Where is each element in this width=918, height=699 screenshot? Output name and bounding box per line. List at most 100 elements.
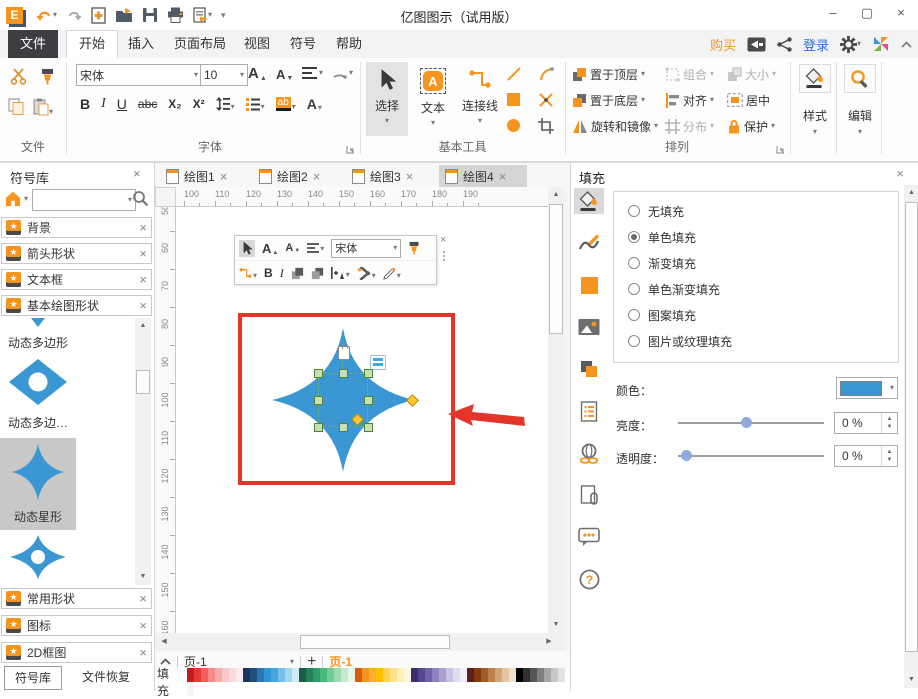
tab-close-icon[interactable]: × bbox=[313, 170, 321, 183]
selection-handle-s[interactable] bbox=[339, 423, 348, 432]
palette-swatch[interactable] bbox=[376, 668, 383, 682]
palette-swatch[interactable] bbox=[243, 668, 250, 682]
page-select-arrow-icon[interactable]: ▾ bbox=[290, 658, 294, 666]
minimize-button[interactable]: – bbox=[816, 0, 850, 26]
mini-distribute-button[interactable]: ▾ bbox=[331, 267, 350, 279]
library-home-button[interactable]: ▾ bbox=[4, 190, 28, 207]
mini-toolbar-more-icon[interactable] bbox=[443, 251, 445, 261]
palette-swatch[interactable] bbox=[236, 668, 243, 682]
palette-swatch[interactable] bbox=[502, 668, 509, 682]
superscript-button[interactable]: X² bbox=[193, 97, 205, 111]
library-section-basic-shapes[interactable]: ★ 基本绘图形状× bbox=[1, 295, 152, 316]
paste-button[interactable]: ▾ bbox=[33, 98, 53, 116]
fill-option-radio[interactable] bbox=[628, 335, 640, 347]
mini-font-select[interactable]: 宋体▾ bbox=[331, 239, 401, 258]
font-color-button[interactable]: A▾ bbox=[307, 96, 322, 112]
library-section-arrow-shapes[interactable]: ★ 箭头形状× bbox=[1, 243, 152, 264]
palette-swatch[interactable] bbox=[222, 668, 229, 682]
palette-swatch[interactable] bbox=[460, 668, 467, 682]
cut-button[interactable] bbox=[10, 68, 28, 85]
palette-swatch[interactable] bbox=[530, 668, 537, 682]
tool-layers-button[interactable] bbox=[574, 356, 604, 382]
palette-swatch[interactable] bbox=[418, 668, 425, 682]
spinner-arrows-icon[interactable]: ▲▼ bbox=[881, 413, 897, 433]
section-close-icon[interactable]: × bbox=[139, 221, 147, 234]
palette-swatch[interactable] bbox=[390, 668, 397, 682]
selection-handle-sw[interactable] bbox=[314, 423, 323, 432]
panel-tab-file-recovery[interactable]: 文件恢复 bbox=[72, 666, 140, 688]
palette-swatch[interactable] bbox=[201, 668, 208, 682]
scroll-thumb[interactable] bbox=[136, 370, 150, 394]
size-button[interactable]: 大小▾ bbox=[727, 65, 776, 83]
menu-tab-home[interactable]: 开始 bbox=[66, 30, 118, 59]
align-text-button[interactable]: ▾ bbox=[302, 67, 323, 79]
mini-pen-button[interactable]: ▾ bbox=[383, 267, 401, 280]
fill-color-dropdown[interactable]: ▾ bbox=[836, 377, 898, 399]
style-button[interactable]: 样式 ▾ bbox=[795, 64, 835, 136]
drawing-canvas[interactable]: A▲ A▼ ▾ 宋体▾ ▾ B I ▾ ▾ ▾ × bbox=[176, 207, 548, 633]
bold-button[interactable]: B bbox=[80, 96, 90, 112]
section-close-icon[interactable]: × bbox=[139, 619, 147, 632]
mini-tools-button[interactable]: ▾ bbox=[357, 267, 376, 280]
palette-swatch[interactable] bbox=[446, 668, 453, 682]
mini-format-painter-button[interactable] bbox=[408, 241, 421, 255]
mini-send-back-button[interactable] bbox=[311, 267, 324, 280]
fill-option-radio[interactable] bbox=[628, 257, 640, 269]
palette-swatch[interactable] bbox=[278, 668, 285, 682]
transparency-spinner[interactable]: 0 % ▲▼ bbox=[834, 445, 898, 467]
fill-option-radio[interactable] bbox=[628, 231, 640, 243]
connector-tool-button[interactable]: 连接线▾ bbox=[457, 62, 503, 136]
selection-handle-nw[interactable] bbox=[314, 369, 323, 378]
palette-swatch[interactable] bbox=[411, 668, 418, 682]
library-section-common-shapes[interactable]: ★ 常用形状× bbox=[1, 588, 152, 609]
palette-swatch[interactable] bbox=[320, 668, 327, 682]
tool-comment-button[interactable] bbox=[574, 524, 604, 550]
palette-swatch[interactable] bbox=[537, 668, 544, 682]
panel-scrollbar[interactable]: ▲ ▼ bbox=[904, 185, 918, 688]
align-button[interactable]: 对齐▾ bbox=[665, 91, 714, 109]
group-button[interactable]: 组合▾ bbox=[665, 65, 714, 83]
tool-fill-button[interactable] bbox=[574, 188, 604, 214]
italic-button[interactable]: I bbox=[101, 96, 106, 112]
fill-option-solid[interactable]: 单色填充 bbox=[628, 228, 696, 246]
library-close-icon[interactable]: × bbox=[133, 167, 141, 180]
strikethrough-button[interactable]: abc bbox=[138, 97, 157, 111]
arc-tool-button[interactable] bbox=[538, 66, 554, 82]
font-size-select[interactable]: 10▾ bbox=[200, 64, 248, 86]
palette-swatch[interactable] bbox=[348, 668, 355, 682]
canvas-vscrollbar[interactable]: ▲ ▼ bbox=[548, 187, 564, 633]
protect-button[interactable]: 保护▾ bbox=[727, 117, 775, 135]
scroll-left-icon[interactable]: ◀ bbox=[156, 635, 172, 649]
transparency-slider-thumb[interactable] bbox=[681, 450, 692, 461]
palette-swatch[interactable] bbox=[551, 668, 558, 682]
tool-attachment-button[interactable] bbox=[574, 482, 604, 508]
scroll-thumb[interactable] bbox=[905, 202, 918, 652]
share-image-button[interactable] bbox=[747, 37, 766, 52]
arrange-dialog-launcher[interactable] bbox=[776, 145, 785, 154]
fill-option-radio[interactable] bbox=[628, 205, 640, 217]
font-name-select[interactable]: 宋体▾ bbox=[76, 64, 202, 86]
fill-option-single-gradient[interactable]: 单色渐变填充 bbox=[628, 280, 720, 298]
fill-option-gradient[interactable]: 渐变填充 bbox=[628, 254, 696, 272]
palette-swatch[interactable] bbox=[327, 668, 334, 682]
palette-swatch[interactable] bbox=[509, 668, 516, 682]
doc-tab-4-active[interactable]: 绘图4× bbox=[439, 165, 527, 187]
palette-swatch[interactable] bbox=[306, 668, 313, 682]
palette-swatch[interactable] bbox=[194, 668, 201, 682]
buy-button[interactable]: 购买 bbox=[710, 35, 736, 54]
section-close-icon[interactable]: × bbox=[139, 592, 147, 605]
curved-text-button[interactable]: ▾ bbox=[332, 66, 353, 79]
scroll-down-icon[interactable]: ▼ bbox=[135, 570, 151, 584]
add-page-button[interactable]: + bbox=[307, 655, 316, 669]
palette-swatch[interactable] bbox=[250, 668, 257, 682]
palette-swatch[interactable] bbox=[516, 668, 523, 682]
palette-swatch[interactable] bbox=[453, 668, 460, 682]
grow-font-button[interactable]: A▲ bbox=[248, 65, 267, 82]
library-section-icons[interactable]: ★ 图标× bbox=[1, 615, 152, 636]
palette-swatch[interactable] bbox=[474, 668, 481, 682]
maximize-button[interactable]: ▢ bbox=[850, 0, 884, 26]
selection-handle-n[interactable] bbox=[339, 369, 348, 378]
menu-tab-file[interactable]: 文件 bbox=[8, 30, 58, 58]
selection-handle-e[interactable] bbox=[364, 396, 373, 405]
shape-dynamic-star-selected[interactable]: 动态星形 bbox=[0, 438, 76, 530]
